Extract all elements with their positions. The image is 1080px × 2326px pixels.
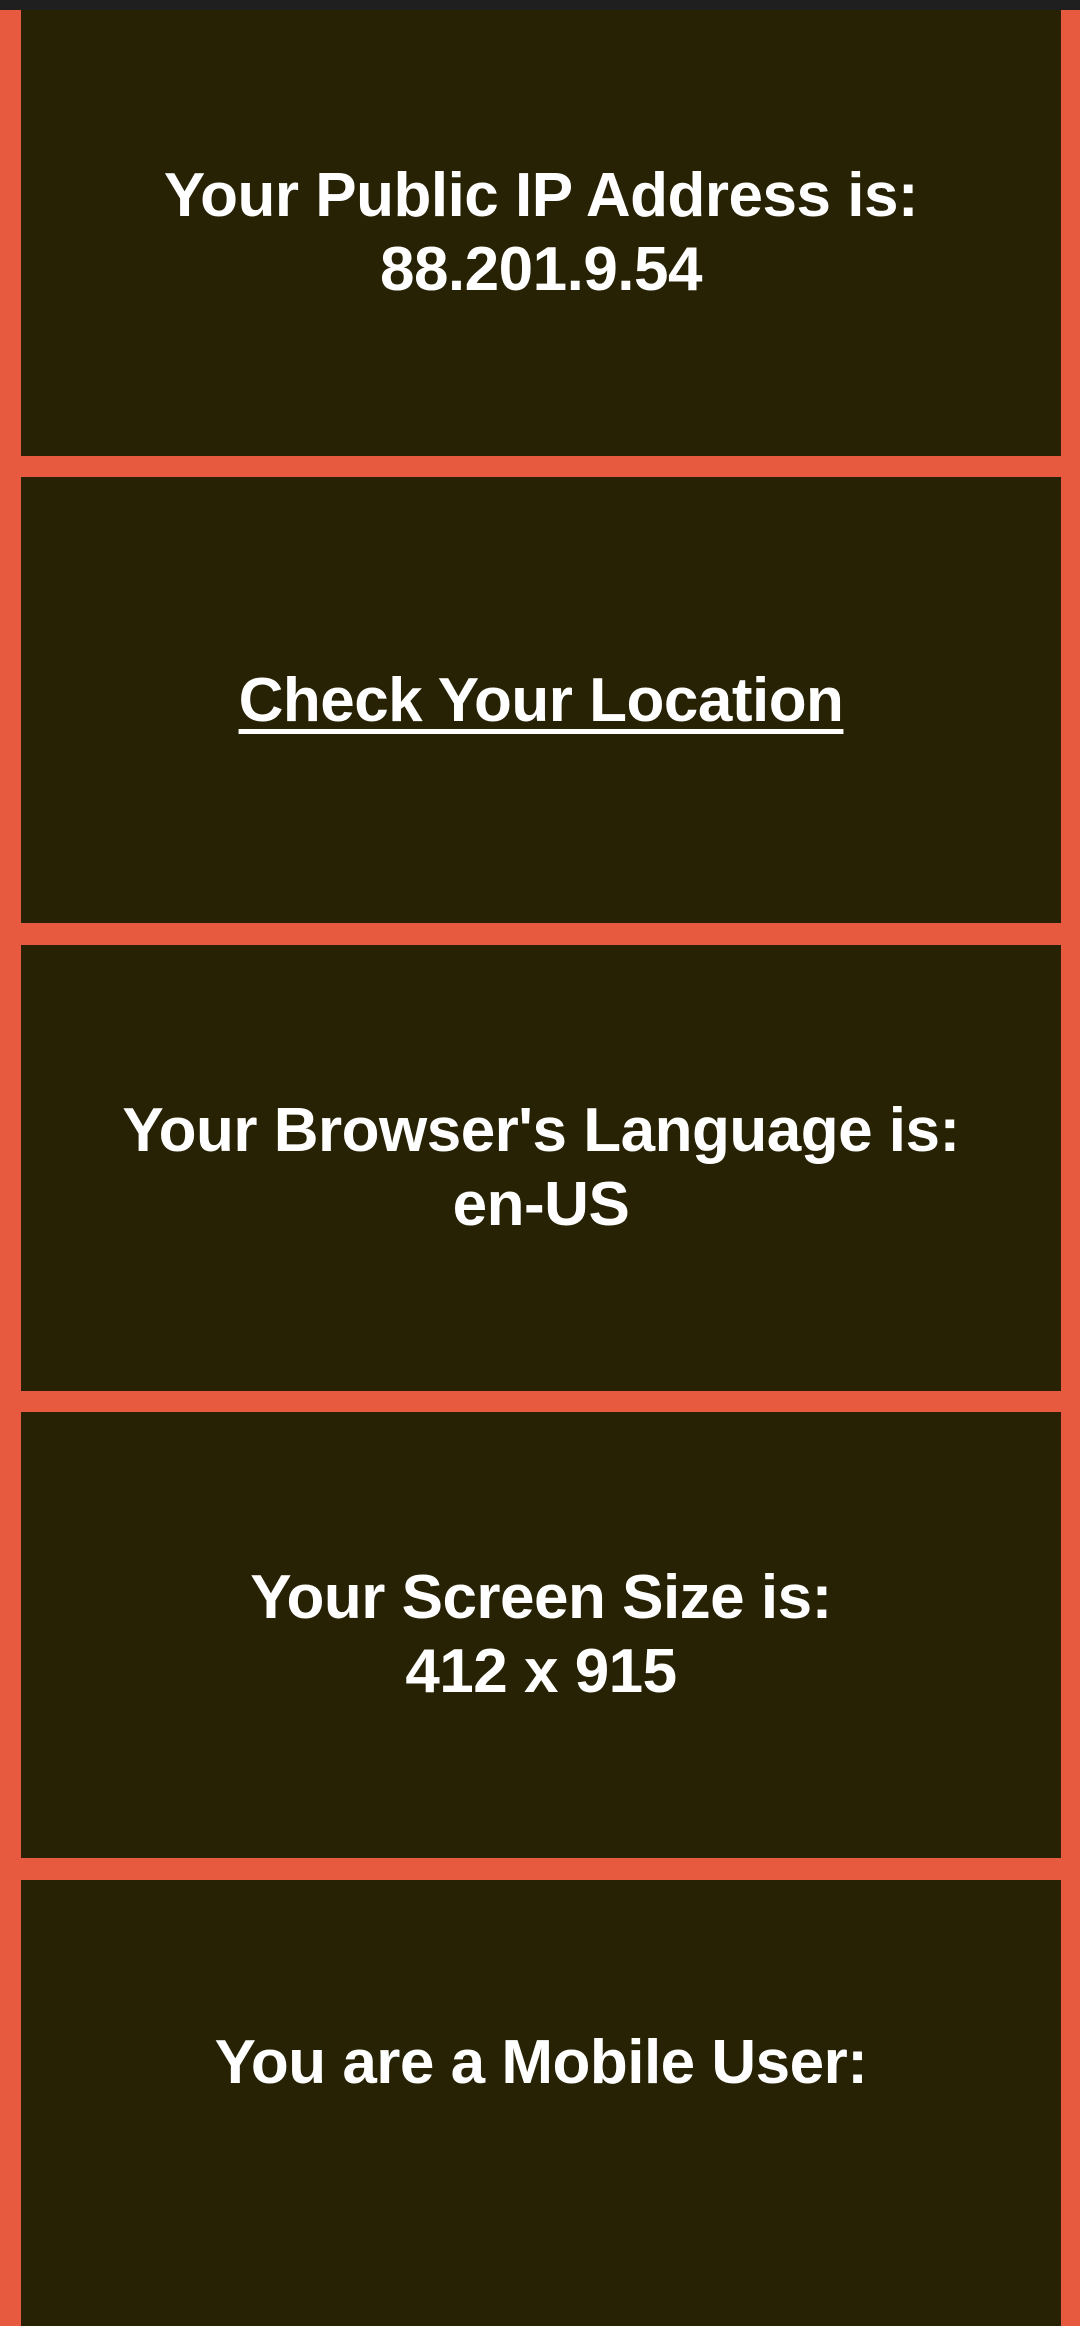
ip-address-card: Your Public IP Address is: 88.201.9.54 [21, 10, 1061, 456]
browser-language-card: Your Browser's Language is: en-US [21, 945, 1061, 1391]
mobile-user-card: You are a Mobile User: [21, 1880, 1061, 2326]
location-card: Check Your Location [21, 477, 1061, 923]
ip-address-label: Your Public IP Address is: [163, 161, 919, 230]
browser-language-label: Your Browser's Language is: [122, 1096, 960, 1165]
screen-size-card: Your Screen Size is: 412 x 915 [21, 1412, 1061, 1858]
mobile-user-label: You are a Mobile User: [214, 2028, 868, 2097]
mobile-user-content: You are a Mobile User: [215, 2026, 868, 2100]
ip-address-content: Your Public IP Address is: 88.201.9.54 [163, 159, 919, 307]
browser-language-content: Your Browser's Language is: en-US [122, 1094, 960, 1242]
check-location-link[interactable]: Check Your Location [239, 665, 844, 736]
screen-size-label: Your Screen Size is: [250, 1563, 832, 1632]
screen-size-value: 412 x 915 [405, 1637, 677, 1706]
browser-language-value: en-US [452, 1170, 630, 1239]
status-bar-strip [0, 0, 1080, 10]
screen-size-content: Your Screen Size is: 412 x 915 [250, 1561, 832, 1709]
ip-address-value: 88.201.9.54 [379, 235, 703, 304]
